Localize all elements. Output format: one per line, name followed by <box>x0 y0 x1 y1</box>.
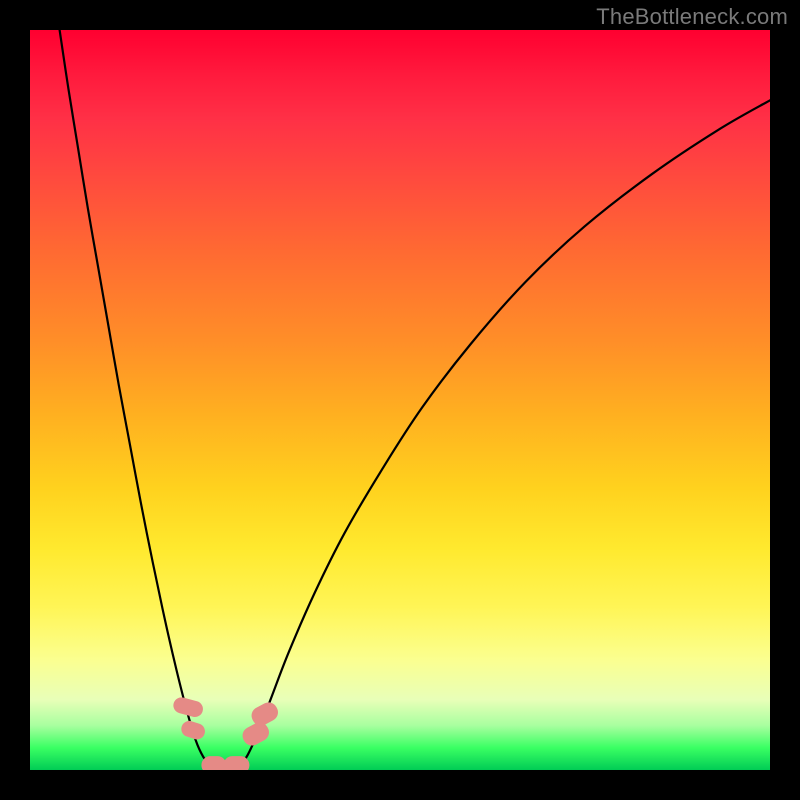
highlight-marker <box>179 719 207 742</box>
highlight-marker <box>171 695 204 718</box>
watermark-text: TheBottleneck.com <box>596 4 788 30</box>
chart-frame: TheBottleneck.com <box>0 0 800 800</box>
plot-area <box>30 30 770 770</box>
highlight-marker <box>224 756 249 770</box>
marker-layer <box>30 30 770 770</box>
